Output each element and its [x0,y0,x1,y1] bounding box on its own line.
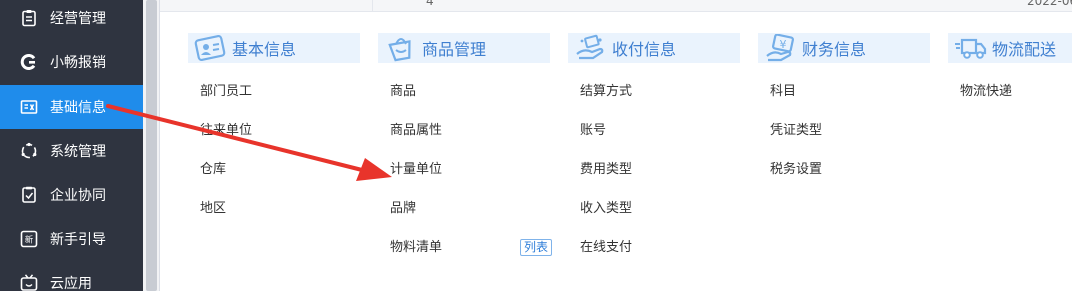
sidebar-scrollbar-thumb[interactable] [146,0,157,291]
menu-item-income-types[interactable]: 收入类型 [580,201,632,217]
svg-text:¥: ¥ [780,38,787,51]
sidebar-item-label: 云应用 [50,276,92,291]
menu-item-accounts[interactable]: 账号 [580,123,606,139]
list-view-tag[interactable]: 列表 [520,239,553,256]
sidebar-item-business-management[interactable]: 经营管理 [0,0,143,40]
menu-item-bill-of-materials[interactable]: 物料清单 [390,240,442,256]
menu-item-product-attributes[interactable]: 商品属性 [390,123,442,139]
clipboard-icon [20,9,38,27]
menu-header-title: 物流配送 [992,40,1057,59]
c-logo-icon [20,53,38,71]
table-cell-date: 2022-06 [1027,0,1072,8]
sidebar-item-enterprise-collab[interactable]: 企业协同 [0,173,143,217]
menu-item-expense-types[interactable]: 费用类型 [580,162,632,178]
menu-header-logistics: 物流配送 [948,33,1072,63]
hand-coins-icon [568,33,614,63]
sidebar-item-label: 新手引导 [50,232,106,248]
menu-item-express-delivery[interactable]: 物流快递 [960,84,1012,100]
sidebar: 经营管理 小畅报销 基础信息 系统管理 企业协同 新 新手引导 云应用 [0,0,143,291]
sidebar-item-label: 小畅报销 [50,55,106,71]
id-card-icon [20,98,38,116]
sidebar-item-label: 基础信息 [50,100,106,116]
tv-icon [20,274,38,291]
sidebar-item-beginner-guide[interactable]: 新 新手引导 [0,217,143,261]
menu-header-title: 基本信息 [232,40,297,59]
sidebar-item-system-management[interactable]: 系统管理 [0,129,143,173]
menu-item-business-partners[interactable]: 往来单位 [200,123,252,139]
sidebar-item-expense-report[interactable]: 小畅报销 [0,40,143,84]
document-icon [20,186,38,204]
circle-dots-icon [20,142,38,160]
menu-header-payment-info: 收付信息 [568,33,740,63]
menu-item-department-staff[interactable]: 部门员工 [200,84,252,100]
sidebar-item-basic-info[interactable]: 基础信息 [0,85,143,129]
table-cell-index: 4 [426,0,434,8]
sidebar-item-label: 系统管理 [50,144,106,160]
sidebar-item-label: 企业协同 [50,188,106,204]
menu-header-title: 收付信息 [612,40,677,59]
id-card-icon [188,33,234,63]
menu-header-product-management: 商品管理 [378,33,550,63]
menu-header-finance-info: ¥ 财务信息 [758,33,930,63]
menu-item-settlement-methods[interactable]: 结算方式 [580,84,632,100]
sidebar-item-label: 经营管理 [50,11,106,27]
menu-header-title: 财务信息 [802,40,867,59]
menu-item-subjects[interactable]: 科目 [770,84,796,100]
basic-info-dropdown-menu: 基本信息 部门员工 往来单位 仓库 地区 商品管理 商品 商品属性 计量单位 品… [160,12,1072,291]
menu-item-online-payment[interactable]: 在线支付 [580,240,632,256]
menu-header-basic-info: 基本信息 [188,33,360,63]
menu-header-title: 商品管理 [422,40,487,59]
menu-item-warehouse[interactable]: 仓库 [200,162,226,178]
svg-text:新: 新 [25,235,34,246]
menu-item-region[interactable]: 地区 [200,201,226,217]
menu-item-tax-settings[interactable]: 税务设置 [770,162,822,178]
menu-item-measurement-units[interactable]: 计量单位 [390,162,442,178]
delivery-truck-icon [948,33,994,63]
new-badge-icon: 新 [20,230,38,248]
yen-hand-icon: ¥ [758,33,804,63]
menu-item-brands[interactable]: 品牌 [390,201,416,217]
sidebar-item-cloud-apps[interactable]: 云应用 [0,261,143,291]
menu-item-voucher-types[interactable]: 凭证类型 [770,123,822,139]
menu-item-products[interactable]: 商品 [390,84,416,100]
shopping-bag-icon [378,33,424,63]
